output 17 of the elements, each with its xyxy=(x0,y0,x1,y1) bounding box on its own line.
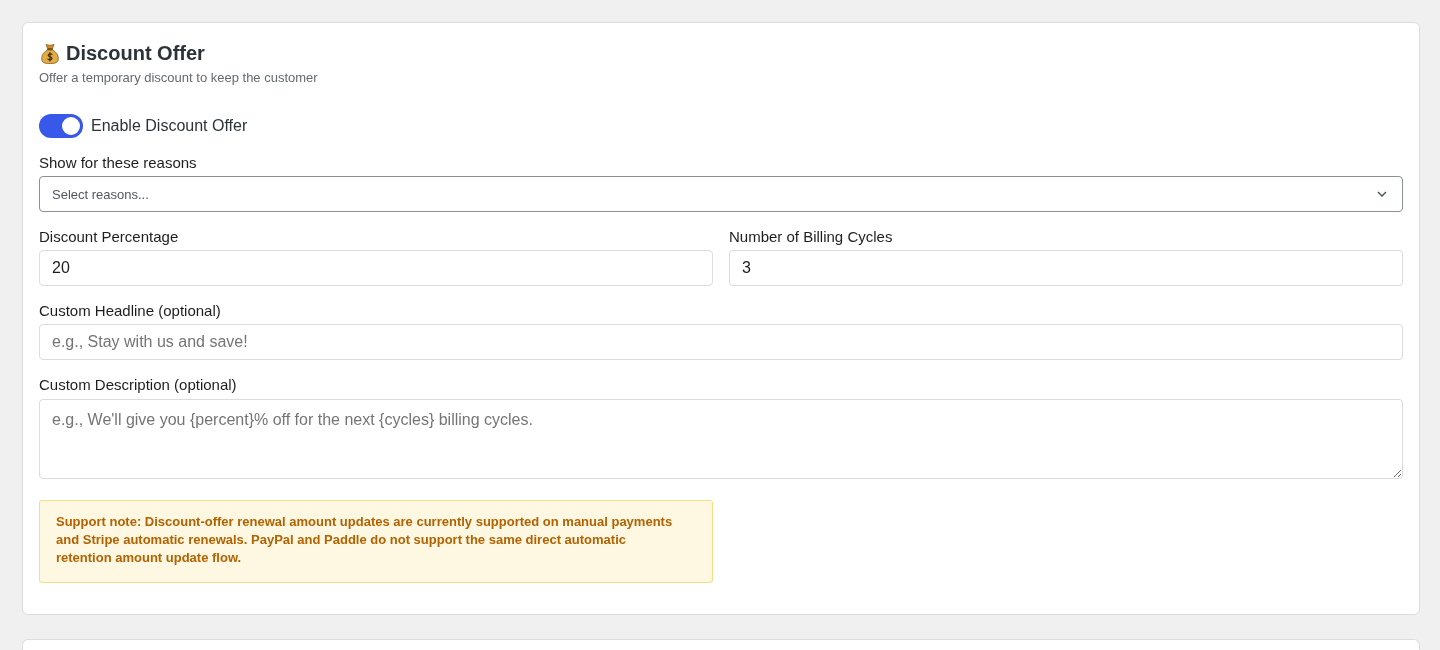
field-label: Show for these reasons xyxy=(39,153,197,173)
text-input[interactable]: e.g., Stay with us and save! xyxy=(39,324,1403,360)
card-subtitle: Offer a temporary discount to keep the customer xyxy=(39,69,318,87)
field-label: Custom Headline (optional) xyxy=(39,301,221,321)
textarea-field[interactable]: e.g., We'll give you {percent}% off for the next {cycles} billing cycles. xyxy=(39,399,1403,479)
field-label: Custom Description (optional) xyxy=(39,375,237,395)
card-title: Discount Offer xyxy=(66,41,205,66)
field-label: Number of Billing Cycles xyxy=(729,227,893,247)
warning-notice: Support note: Discount-offer renewal amount updates are currently supported on manual payments and Stripe automatic renewals. PayPal and Paddle do not support the same direct automatic retention amount update flow. xyxy=(39,500,713,583)
dropdown-select[interactable]: Select reasons... xyxy=(39,176,1403,212)
text-input[interactable]: 3 xyxy=(729,250,1403,286)
money-bag-icon xyxy=(40,42,60,64)
toggle-switch[interactable] xyxy=(39,114,83,138)
text-input[interactable]: 20 xyxy=(39,250,713,286)
toggle-label: Enable Discount Offer xyxy=(91,116,248,136)
field-label: Discount Percentage xyxy=(39,227,179,247)
chevron-down-icon xyxy=(1377,191,1387,197)
